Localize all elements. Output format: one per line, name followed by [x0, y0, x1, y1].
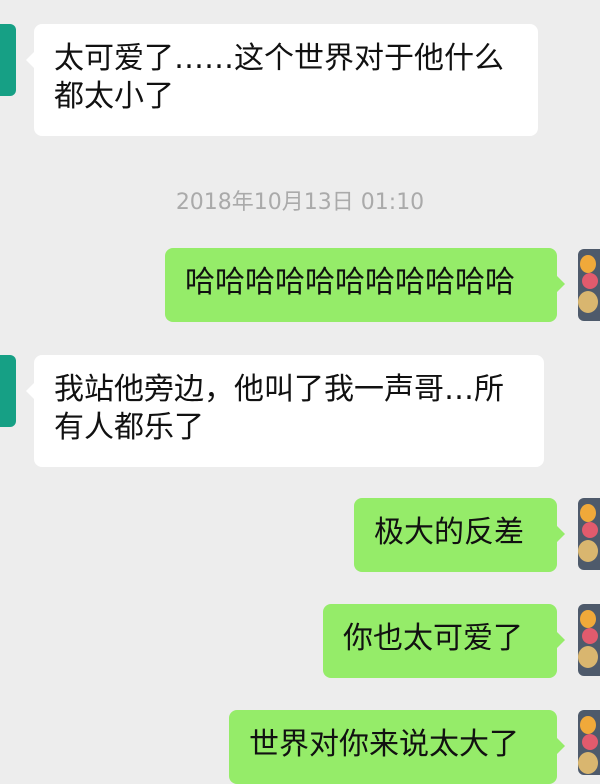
message-text: 你也太可爱了 — [343, 621, 523, 656]
outgoing-message-bubble[interactable]: 哈哈哈哈哈哈哈哈哈哈哈 — [165, 248, 565, 322]
message-text: 极大的反差 — [374, 515, 524, 550]
user-avatar-icon[interactable] — [578, 249, 600, 321]
user-avatar-icon[interactable] — [578, 498, 600, 570]
user-avatar-icon[interactable] — [578, 604, 600, 676]
message-text: 太可爱了……这个世界对于他什么都太小了 — [54, 41, 504, 114]
user-avatar-icon[interactable] — [578, 710, 600, 775]
message-timestamp: 2018年10月13日 01:10 — [175, 190, 425, 215]
outgoing-message-bubble[interactable]: 世界对你来说太大了 — [229, 710, 565, 784]
outgoing-message-bubble[interactable]: 你也太可爱了 — [323, 604, 565, 678]
incoming-message-bubble[interactable]: 太可爱了……这个世界对于他什么都太小了 — [26, 24, 538, 136]
incoming-message-bubble[interactable]: 我站他旁边，他叫了我一声哥…所有人都乐了 — [26, 355, 544, 467]
message-text: 世界对你来说太大了 — [249, 727, 519, 762]
contact-avatar-icon[interactable] — [0, 355, 16, 427]
outgoing-message-bubble[interactable]: 极大的反差 — [354, 498, 565, 572]
message-text: 哈哈哈哈哈哈哈哈哈哈哈 — [185, 265, 515, 300]
message-text: 我站他旁边，他叫了我一声哥…所有人都乐了 — [54, 372, 504, 445]
contact-avatar-icon[interactable] — [0, 24, 16, 96]
chat-conversation: 太可爱了……这个世界对于他什么都太小了 2018年10月13日 01:10 哈哈… — [0, 0, 600, 784]
